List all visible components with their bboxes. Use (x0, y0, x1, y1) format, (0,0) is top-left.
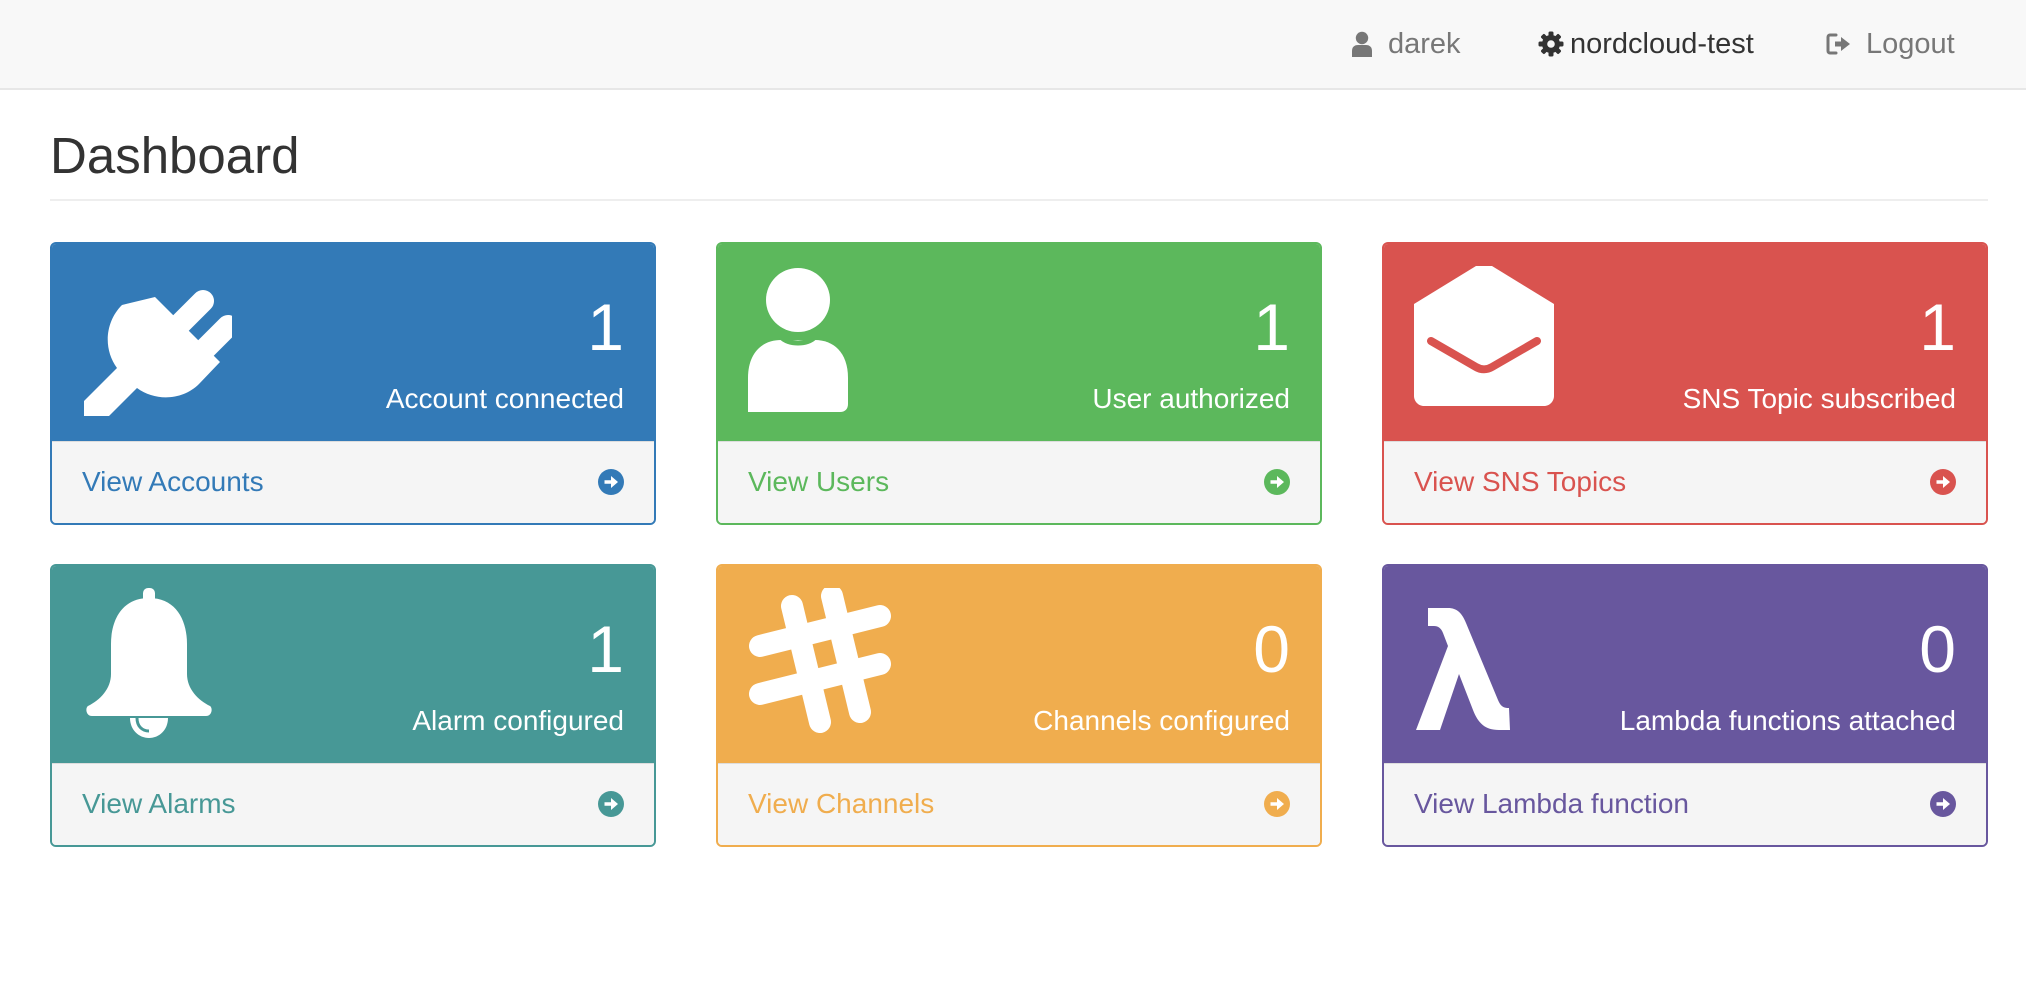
view-accounts-link[interactable]: View Accounts (52, 441, 654, 523)
cog-icon (1538, 31, 1564, 57)
alarms-count: 1 (587, 612, 624, 686)
accounts-count: 1 (587, 290, 624, 364)
users-count: 1 (1253, 290, 1290, 364)
lambda-panel: 0 Lambda functions attached View Lambda … (1382, 564, 1988, 847)
logout-link[interactable]: Logout (1826, 0, 1955, 88)
users-panel-heading: 1 User authorized (718, 244, 1320, 441)
user-icon (1350, 31, 1374, 57)
arrow-circle-right-icon (1264, 791, 1290, 817)
alarms-panel-heading: 1 Alarm configured (52, 566, 654, 763)
view-lambda-function-link[interactable]: View Lambda function (1384, 763, 1986, 845)
arrow-circle-right-icon (1930, 469, 1956, 495)
arrow-circle-right-icon (598, 469, 624, 495)
sns-topics-label: SNS Topic subscribed (1682, 383, 1956, 414)
page-title: Dashboard (50, 127, 300, 184)
accounts-panel: 1 Account connected View Accounts (50, 242, 656, 525)
user-icon (748, 268, 848, 412)
sns-topics-count: 1 (1919, 290, 1956, 364)
view-channels-link[interactable]: View Channels (718, 763, 1320, 845)
sign-out-icon (1826, 32, 1852, 56)
arrow-circle-right-icon (598, 791, 624, 817)
arrow-circle-right-icon (1264, 469, 1290, 495)
lambda-label: Lambda functions attached (1619, 705, 1956, 736)
nav-org-link[interactable]: nordcloud-test (1538, 0, 1754, 88)
alarms-panel: 1 Alarm configured View Alarms (50, 564, 656, 847)
view-alarms-link[interactable]: View Alarms (52, 763, 654, 845)
envelope-open-icon (1414, 266, 1554, 406)
users-panel: 1 User authorized View Users (716, 242, 1322, 525)
view-accounts-label: View Accounts (82, 466, 264, 497)
view-channels-label: View Channels (748, 788, 935, 819)
channels-label: Channels configured (1033, 705, 1290, 736)
top-navbar: darek nordcloud-test Logout (0, 0, 2026, 90)
alarms-label: Alarm configured (412, 705, 624, 736)
arrow-circle-right-icon (1930, 791, 1956, 817)
title-divider (50, 199, 1988, 201)
lambda-count: 0 (1919, 612, 1956, 686)
view-sns-topics-label: View SNS Topics (1414, 466, 1627, 497)
lambda-panel-heading: 0 Lambda functions attached (1384, 566, 1986, 763)
channels-panel: 0 Channels configured View Channels (716, 564, 1322, 847)
nav-user-label: darek (1388, 27, 1461, 60)
accounts-label: Account connected (385, 383, 624, 414)
logout-label: Logout (1866, 27, 1955, 60)
view-users-link[interactable]: View Users (718, 441, 1320, 523)
lambda-icon (1416, 608, 1510, 730)
nav-org-label: nordcloud-test (1570, 27, 1754, 60)
view-lambda-function-label: View Lambda function (1414, 788, 1689, 819)
channels-panel-heading: 0 Channels configured (718, 566, 1320, 763)
slack-hash-icon (749, 588, 891, 733)
sns-topics-panel: 1 SNS Topic subscribed View SNS Topics (1382, 242, 1988, 525)
nav-user-link[interactable]: darek (1350, 0, 1461, 88)
view-sns-topics-link[interactable]: View SNS Topics (1384, 441, 1986, 523)
channels-count: 0 (1253, 612, 1290, 686)
plug-icon (84, 289, 232, 416)
accounts-panel-heading: 1 Account connected (52, 244, 654, 441)
sns-topics-panel-heading: 1 SNS Topic subscribed (1384, 244, 1986, 441)
bell-icon (86, 588, 212, 738)
users-label: User authorized (1092, 383, 1290, 414)
view-users-label: View Users (748, 466, 890, 497)
view-alarms-label: View Alarms (82, 788, 236, 819)
